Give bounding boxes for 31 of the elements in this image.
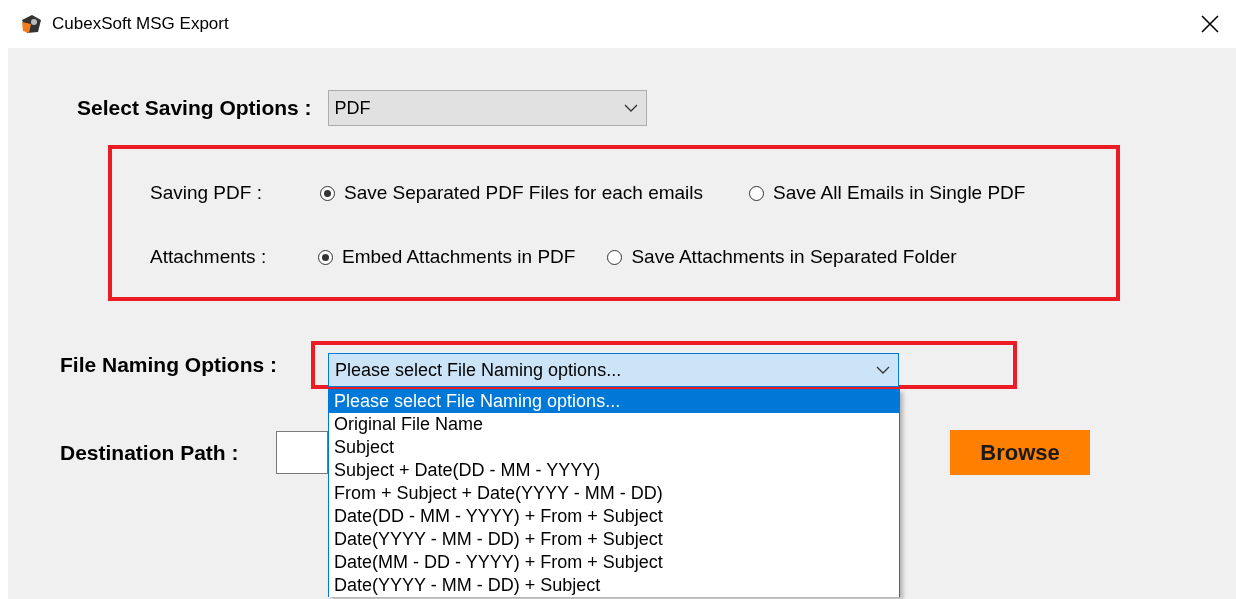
option-label: Attachments : — [150, 246, 268, 268]
file-naming-dropdown[interactable]: Please select File Naming options... — [328, 353, 899, 387]
app-logo-icon — [20, 14, 42, 34]
chevron-down-icon — [876, 366, 890, 374]
chevron-down-icon — [623, 104, 638, 112]
radio-option[interactable]: Embed Attachments in PDF — [318, 246, 576, 268]
radio-option[interactable]: Save All Emails in Single PDF — [749, 182, 1026, 204]
saving-options-dropdown[interactable]: PDF — [327, 90, 647, 126]
list-option[interactable]: Date(DD - MM - YYYY) + From + Subject — [329, 505, 899, 528]
list-option[interactable]: Date(YYYY - MM - DD) + Subject — [329, 574, 899, 597]
radio-option[interactable]: Save Separated PDF Files for each emails — [320, 182, 704, 204]
radio-button[interactable] — [749, 185, 765, 201]
window-title: CubexSoft MSG Export — [52, 14, 229, 34]
option-label: Saving PDF : — [150, 182, 263, 204]
destination-path-field[interactable] — [276, 431, 328, 474]
close-icon — [1201, 15, 1219, 33]
radio-button[interactable] — [607, 249, 623, 265]
list-option[interactable]: Date(MM - DD - YYYY) + From + Subject — [329, 551, 899, 574]
list-option[interactable]: Date(YYYY - MM - DD) + From + Subject — [329, 528, 899, 551]
list-option[interactable]: Please select File Naming options... — [329, 390, 899, 413]
radio-button[interactable] — [320, 185, 335, 201]
list-option[interactable]: Subject + Date(DD - MM - YYYY) — [329, 459, 899, 482]
radio-button[interactable] — [318, 249, 333, 265]
radio-option[interactable]: Save Attachments in Separated Folder — [607, 246, 957, 268]
list-option[interactable]: Subject — [329, 436, 899, 459]
browse-button[interactable]: Browse — [950, 430, 1090, 475]
list-option[interactable]: From + Subject + Date(YYYY - MM - DD) — [329, 482, 899, 505]
destination-path-label: Destination Path : — [60, 440, 240, 465]
saving-options-label: Select Saving Options : — [77, 96, 312, 120]
list-option[interactable]: Original File Name — [329, 413, 899, 436]
file-naming-label: File Naming Options : — [60, 353, 278, 377]
